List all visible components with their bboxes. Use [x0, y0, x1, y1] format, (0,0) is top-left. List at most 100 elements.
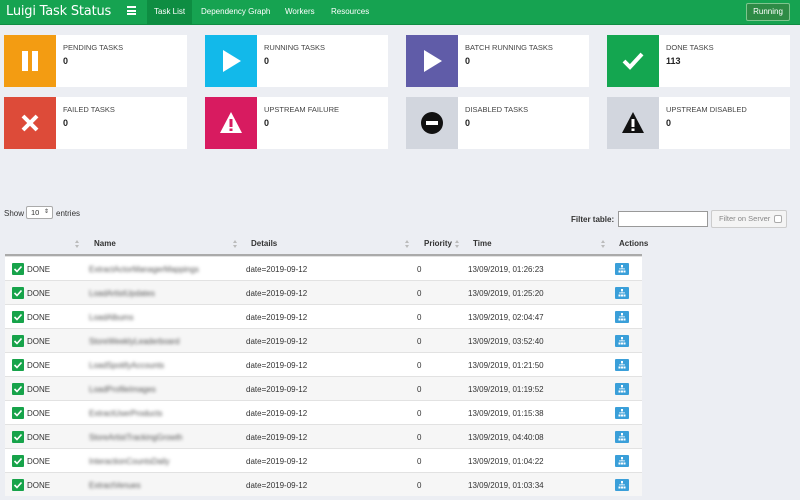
column-header-details[interactable]: Details — [251, 239, 277, 248]
table-row[interactable]: DONE StoreArtistTrackingGrowth date=2019-0… — [5, 424, 642, 448]
dependency-graph-button[interactable] — [615, 287, 629, 299]
status-text: DONE — [27, 337, 51, 346]
dependency-graph-button[interactable] — [615, 335, 629, 347]
task-priority: 0 — [417, 337, 422, 346]
app-title[interactable]: Luigi Task Status — [6, 4, 111, 19]
task-priority: 0 — [417, 313, 422, 322]
column-header-name[interactable]: Name — [94, 239, 116, 248]
filter-on-server-button[interactable]: Filter on Server — [711, 210, 787, 228]
filter-table-input[interactable] — [618, 211, 708, 227]
tile-upstream-disabled[interactable]: UPSTREAM DISABLED 0 — [607, 97, 790, 149]
tile-running-tasks[interactable]: RUNNING TASKS 0 — [205, 35, 388, 87]
tile-title: FAILED TASKS — [63, 105, 115, 114]
check-icon — [12, 311, 24, 323]
task-name[interactable]: StoreWeeklyLeaderboard — [89, 337, 180, 346]
tile-batch-running-tasks[interactable]: BATCH RUNNING TASKS 0 — [406, 35, 589, 87]
tile-count: 0 — [666, 118, 672, 128]
sort-icon[interactable] — [405, 240, 409, 248]
sitemap-icon — [618, 481, 626, 489]
status-text: DONE — [27, 433, 51, 442]
table-body: DONE ExtractActorManagerMappings date=2019… — [5, 256, 642, 496]
task-time: 13/09/2019, 04:40:08 — [468, 433, 544, 442]
task-time: 13/09/2019, 03:52:40 — [468, 337, 544, 346]
filter-on-server-checkbox[interactable] — [774, 215, 782, 223]
table-row[interactable]: DONE LoadProfileImages date=2019-09-12 0 13/… — [5, 376, 642, 400]
status-text: DONE — [27, 361, 51, 370]
tab-dependency-graph[interactable]: Dependency Graph — [194, 0, 277, 25]
task-priority: 0 — [417, 481, 422, 490]
page-size-value: 10 — [31, 208, 40, 217]
table-row[interactable]: DONE ExtractActorManagerMappings date=2019… — [5, 256, 642, 280]
menu-toggle-icon[interactable] — [127, 6, 136, 15]
status-text: DONE — [27, 409, 51, 418]
task-details: date=2019-09-12 — [246, 409, 308, 418]
task-details: date=2019-09-12 — [246, 457, 308, 466]
status-text: DONE — [27, 289, 51, 298]
task-table: Name Details Priority Time Actions DONE E… — [5, 234, 648, 496]
task-priority: 0 — [417, 457, 422, 466]
dependency-graph-button[interactable] — [615, 263, 629, 275]
check-icon — [12, 431, 24, 443]
task-details: date=2019-09-12 — [246, 337, 308, 346]
dependency-graph-button[interactable] — [615, 311, 629, 323]
task-name[interactable]: ExtractActorManagerMappings — [89, 265, 199, 274]
sort-icon[interactable] — [455, 240, 459, 248]
task-name[interactable]: LoadArtistUpdates — [89, 289, 155, 298]
task-name[interactable]: LoadProfileImages — [89, 385, 156, 394]
sort-icon[interactable] — [233, 240, 237, 248]
dependency-graph-button[interactable] — [615, 359, 629, 371]
tab-resources[interactable]: Resources — [324, 0, 376, 25]
table-row[interactable]: DONE LoadSpotifyAccounts date=2019-09-12 0 1… — [5, 352, 642, 376]
table-row[interactable]: DONE ExtractUserProducts date=2019-09-12 0 1… — [5, 400, 642, 424]
sitemap-icon — [618, 337, 626, 345]
task-name[interactable]: LoadAlbums — [89, 313, 133, 322]
tile-pending-tasks[interactable]: PENDING TASKS 0 — [4, 35, 187, 87]
tile-done-tasks[interactable]: DONE TASKS 113 — [607, 35, 790, 87]
status-text: DONE — [27, 313, 51, 322]
sort-icon[interactable] — [601, 240, 605, 248]
status-text: DONE — [27, 385, 51, 394]
table-row[interactable]: DONE LoadAlbums date=2019-09-12 0 13/09/2019… — [5, 304, 642, 328]
dependency-graph-button[interactable] — [615, 383, 629, 395]
check-icon — [607, 35, 659, 87]
dependency-graph-button[interactable] — [615, 407, 629, 419]
tile-title: DISABLED TASKS — [465, 105, 529, 114]
check-icon — [12, 359, 24, 371]
sitemap-icon — [618, 385, 626, 393]
status-text: DONE — [27, 265, 51, 274]
dependency-graph-button[interactable] — [615, 455, 629, 467]
tile-failed-tasks[interactable]: FAILED TASKS 0 — [4, 97, 187, 149]
table-row[interactable]: DONE StoreWeeklyLeaderboard date=2019-09-1… — [5, 328, 642, 352]
tab-workers[interactable]: Workers — [278, 0, 322, 25]
dependency-graph-button[interactable] — [615, 479, 629, 491]
tab-task-list[interactable]: Task List — [147, 0, 193, 25]
running-status-button[interactable]: Running — [746, 3, 790, 21]
dependency-graph-button[interactable] — [615, 431, 629, 443]
table-row[interactable]: DONE InteractionCountsDaily date=2019-09-1… — [5, 448, 642, 472]
sort-icon[interactable] — [75, 240, 79, 248]
status-text: DONE — [27, 457, 51, 466]
column-header-priority[interactable]: Priority — [424, 239, 452, 248]
check-icon — [12, 287, 24, 299]
sitemap-icon — [618, 265, 626, 273]
check-icon — [12, 383, 24, 395]
column-header-time[interactable]: Time — [473, 239, 492, 248]
task-name[interactable]: ExtractVenues — [89, 481, 141, 490]
tile-title: UPSTREAM FAILURE — [264, 105, 340, 114]
status-text: DONE — [27, 481, 51, 490]
table-row[interactable]: DONE ExtractVenues date=2019-09-12 0 13/09/2… — [5, 472, 642, 496]
page-size-select[interactable]: 10 ⇕ — [26, 206, 53, 219]
pause-icon — [4, 35, 56, 87]
play-icon — [406, 35, 458, 87]
entries-label: entries — [56, 209, 81, 218]
task-details: date=2019-09-12 — [246, 481, 308, 490]
task-name[interactable]: ExtractUserProducts — [89, 409, 162, 418]
task-name[interactable]: StoreArtistTrackingGrowth — [89, 433, 183, 442]
tile-disabled-tasks[interactable]: DISABLED TASKS 0 — [406, 97, 589, 149]
tile-upstream-failure[interactable]: UPSTREAM FAILURE 0 — [205, 97, 388, 149]
tile-count: 0 — [465, 118, 471, 128]
task-name[interactable]: InteractionCountsDaily — [89, 457, 169, 466]
task-name[interactable]: LoadSpotifyAccounts — [89, 361, 164, 370]
table-row[interactable]: DONE LoadArtistUpdates date=2019-09-12 0 13/… — [5, 280, 642, 304]
tile-count: 0 — [63, 118, 69, 128]
